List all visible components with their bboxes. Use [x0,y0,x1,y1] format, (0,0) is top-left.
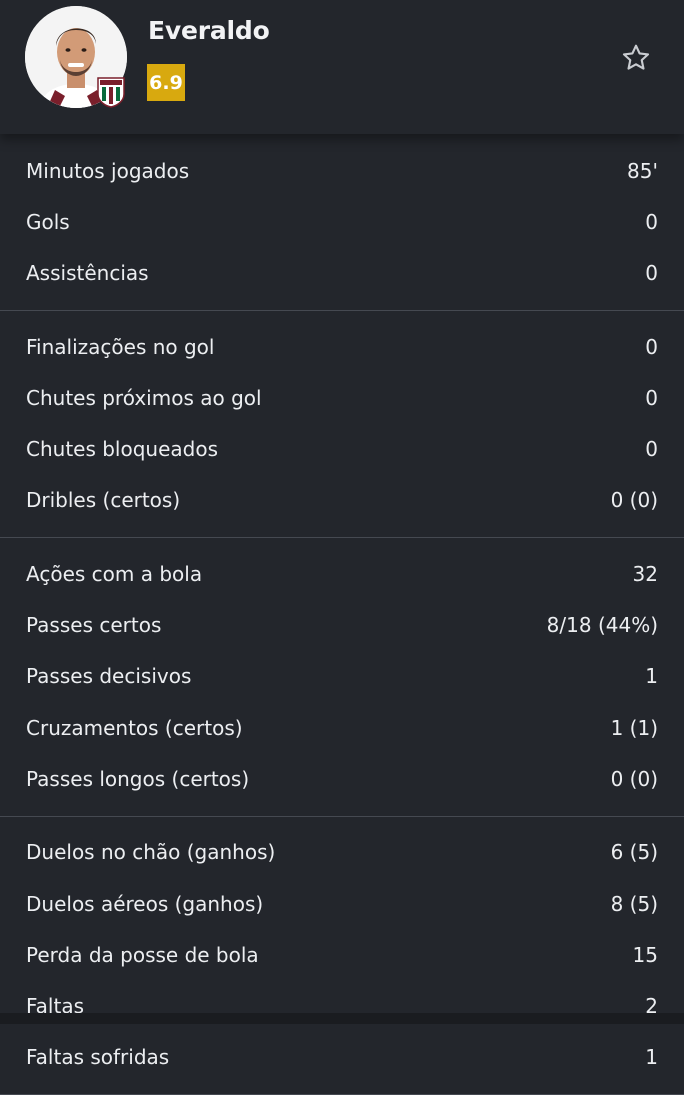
stat-label: Duelos no chão (ganhos) [26,840,276,865]
stat-label: Dribles (certos) [26,488,181,513]
stat-row: Chutes próximos ao gol 0 [0,372,684,423]
stat-row: Faltas 2 [0,980,684,1031]
stats-group-passing: Ações com a bola 32 Passes certos 8/18 (… [0,538,684,817]
stat-value: 85' [627,158,658,183]
stat-value: 0 [645,437,658,462]
stat-row: Passes certos 8/18 (44%) [0,599,684,650]
stats-list: Minutos jogados 85' Gols 0 Assistências … [0,134,684,1095]
stat-label: Minutos jogados [26,158,190,183]
stat-row: Faltas sofridas 1 [0,1032,684,1083]
stat-row: Gols 0 [0,196,684,247]
stat-label: Finalizações no gol [26,334,215,359]
stat-value: 0 [645,209,658,234]
stat-label: Chutes próximos ao gol [26,385,262,410]
stat-label: Cruzamentos (certos) [26,715,243,740]
stat-row: Ações com a bola 32 [0,548,684,599]
stat-row: Duelos no chão (ganhos) 6 (5) [0,827,684,878]
stats-group-shooting: Finalizações no gol 0 Chutes próximos ao… [0,311,684,539]
player-name: Everaldo [148,16,270,45]
stats-group-duels: Duelos no chão (ganhos) 6 (5) Duelos aér… [0,817,684,1095]
stat-row: Minutos jogados 85' [0,145,684,196]
favorite-button[interactable] [616,38,656,78]
club-crest-icon [96,76,126,108]
stat-value: 6 (5) [610,840,658,865]
stats-group-general: Minutos jogados 85' Gols 0 Assistências … [0,134,684,311]
stat-value: 1 (1) [610,715,658,740]
stat-label: Chutes bloqueados [26,437,219,462]
star-outline-icon [622,44,650,70]
stat-value: 0 (0) [610,488,658,513]
rating-badge: 6.9 [147,64,185,101]
stat-label: Passes longos (certos) [26,766,250,791]
stat-value: 32 [632,561,658,586]
stat-row: Duelos aéreos (ganhos) 8 (5) [0,878,684,929]
stat-row: Finalizações no gol 0 [0,321,684,372]
player-header: Everaldo 6.9 [0,0,684,134]
stat-value: 8 (5) [610,891,658,916]
stat-label: Ações com a bola [26,561,203,586]
stat-row: Passes decisivos 1 [0,651,684,702]
stat-label: Assistências [26,261,149,286]
stat-value: 0 [645,385,658,410]
stat-value: 8/18 (44%) [546,613,658,638]
stat-row: Assistências 0 [0,248,684,299]
stat-label: Perda da posse de bola [26,942,259,967]
stat-row: Perda da posse de bola 15 [0,929,684,980]
stat-label: Passes decisivos [26,664,192,689]
stat-label: Gols [26,209,70,234]
stat-row: Chutes bloqueados 0 [0,423,684,474]
stat-label: Passes certos [26,613,162,638]
stat-value: 0 [645,334,658,359]
stat-label: Faltas sofridas [26,1045,170,1070]
stat-value: 0 [645,261,658,286]
stat-row: Cruzamentos (certos) 1 (1) [0,702,684,753]
stat-label: Duelos aéreos (ganhos) [26,891,264,916]
stat-value: 15 [632,942,658,967]
stat-row: Passes longos (certos) 0 (0) [0,753,684,804]
bottom-sheet-edge [0,1013,684,1024]
stat-value: 1 [645,664,658,689]
stat-value: 0 (0) [610,766,658,791]
stat-row: Dribles (certos) 0 (0) [0,475,684,526]
stat-value: 1 [645,1045,658,1070]
